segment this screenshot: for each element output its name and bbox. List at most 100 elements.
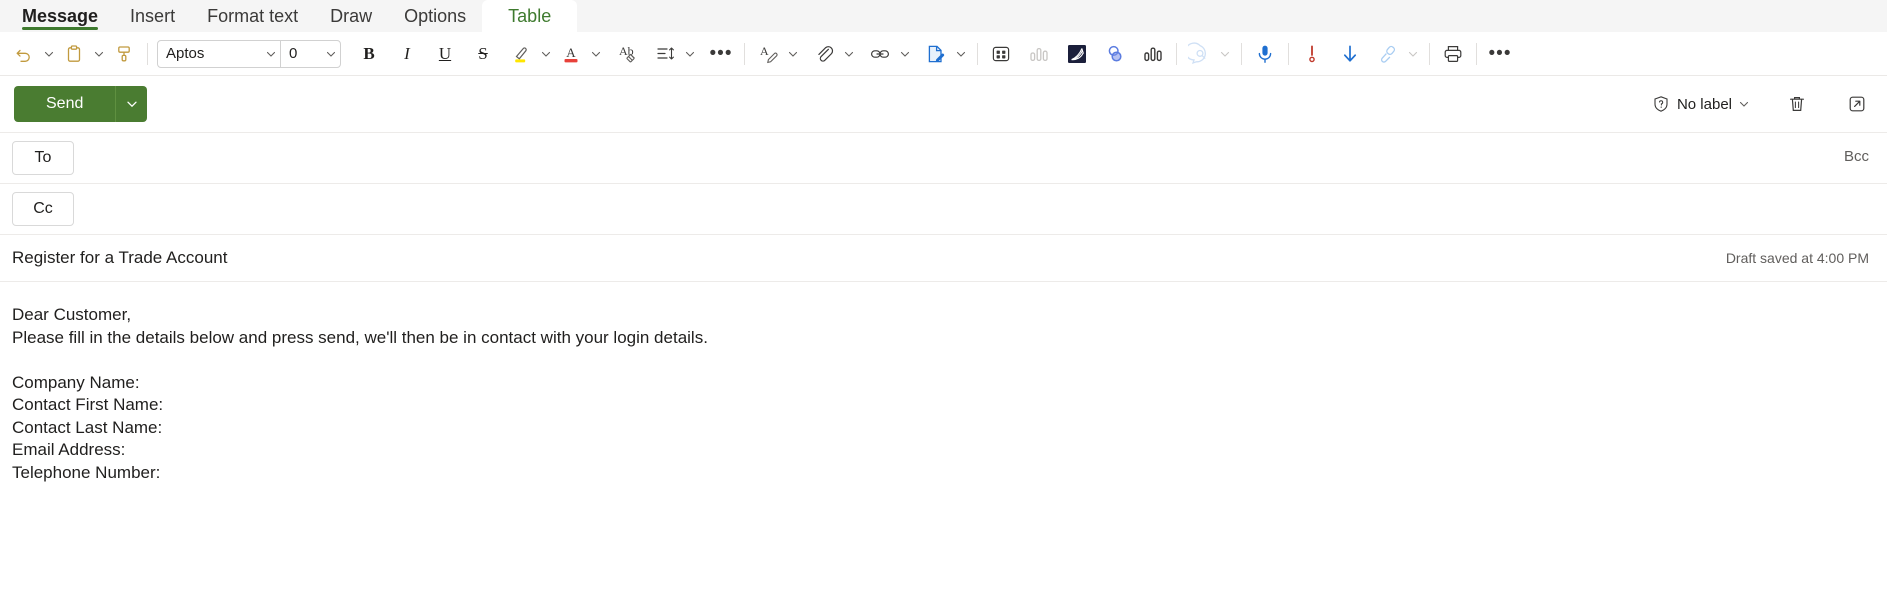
chevron-down-icon	[844, 51, 854, 57]
bcc-button[interactable]: Bcc	[1844, 148, 1869, 165]
undo-icon	[16, 49, 30, 62]
viva-insights-button[interactable]	[1184, 38, 1216, 70]
clear-formatting-icon: Ab	[619, 44, 635, 62]
low-importance-button[interactable]	[1334, 38, 1366, 70]
font-name-input[interactable]: Aptos	[158, 41, 262, 67]
more-formatting-button[interactable]: •••	[705, 38, 737, 70]
font-color-button[interactable]: A	[555, 38, 587, 70]
font-size-dropdown[interactable]	[322, 41, 340, 67]
tab-options-label: Options	[404, 5, 467, 26]
highlight-dropdown[interactable]	[537, 38, 555, 70]
immersive-reader-dropdown[interactable]	[1404, 38, 1422, 70]
tab-draw[interactable]: Draw	[314, 0, 388, 32]
apps-button[interactable]	[985, 38, 1017, 70]
format-painter-icon	[118, 45, 130, 61]
line-spacing-dropdown[interactable]	[681, 38, 699, 70]
signature-button[interactable]	[920, 38, 952, 70]
bar-chart-gray-icon	[1030, 47, 1048, 61]
discard-button[interactable]	[1781, 88, 1813, 120]
chevron-down-icon	[1739, 101, 1749, 107]
addin-loop-button[interactable]	[1099, 38, 1131, 70]
paste-dropdown[interactable]	[90, 38, 108, 70]
tab-format-text[interactable]: Format text	[191, 0, 314, 32]
chevron-down-icon	[591, 51, 601, 57]
shield-question-icon	[1654, 96, 1668, 112]
undo-button[interactable]	[8, 38, 40, 70]
line-spacing-button[interactable]	[649, 38, 681, 70]
chevron-down-icon	[44, 51, 54, 57]
bold-button[interactable]: B	[353, 38, 385, 70]
italic-button[interactable]: I	[391, 38, 423, 70]
ribbon-separator	[977, 42, 978, 65]
link-icon	[870, 49, 889, 58]
subject-input[interactable]: Register for a Trade Account	[12, 248, 227, 268]
cc-input[interactable]	[98, 184, 1887, 234]
command-bar-right: No label	[1644, 88, 1873, 120]
pop-out-button[interactable]	[1841, 88, 1873, 120]
format-painter-button[interactable]	[108, 38, 140, 70]
send-button[interactable]: Send	[14, 86, 116, 122]
tab-insert-label: Insert	[130, 5, 176, 26]
signature-dropdown[interactable]	[952, 38, 970, 70]
font-color-dropdown[interactable]	[587, 38, 605, 70]
tab-insert[interactable]: Insert	[114, 0, 191, 32]
sensitivity-label-button[interactable]: No label	[1644, 88, 1757, 120]
body-line: Email Address:	[12, 440, 126, 459]
tab-message[interactable]: Message	[6, 0, 114, 32]
highlighter-icon	[515, 46, 527, 62]
chevron-down-icon	[127, 101, 137, 108]
to-input[interactable]	[98, 133, 1887, 183]
message-body[interactable]: Dear Customer, Please fill in the detail…	[0, 282, 1887, 607]
attach-dropdown[interactable]	[840, 38, 858, 70]
high-importance-button[interactable]	[1296, 38, 1328, 70]
line-spacing-icon	[657, 46, 674, 60]
tab-message-label: Message	[22, 5, 99, 26]
tab-draw-label: Draw	[330, 5, 373, 26]
editor-dropdown[interactable]	[784, 38, 802, 70]
draft-saved-status: Draft saved at 4:00 PM	[1725, 250, 1869, 266]
tab-options[interactable]: Options	[388, 0, 482, 32]
font-controls: Aptos 0	[157, 39, 341, 68]
immersive-reader-button[interactable]	[1372, 38, 1404, 70]
editor-button[interactable]: A	[752, 38, 784, 70]
clear-formatting-button[interactable]: Ab	[611, 38, 643, 70]
dictate-button[interactable]	[1249, 38, 1281, 70]
addin-chart-dark-button[interactable]	[1137, 38, 1169, 70]
strikethrough-button[interactable]: S	[467, 38, 499, 70]
font-name-dropdown[interactable]	[262, 41, 280, 67]
attach-button[interactable]	[808, 38, 840, 70]
font-size-input[interactable]: 0	[280, 40, 322, 67]
cc-button[interactable]: Cc	[12, 192, 74, 226]
addin-dark-button[interactable]	[1061, 38, 1093, 70]
to-button[interactable]: To	[12, 141, 74, 175]
print-button[interactable]	[1437, 38, 1469, 70]
chevron-down-icon	[900, 51, 910, 57]
tab-table[interactable]: Table	[482, 0, 578, 32]
addin-chart-gray-button[interactable]	[1023, 38, 1055, 70]
highlight-button[interactable]	[505, 38, 537, 70]
send-split-button: Send	[14, 86, 148, 122]
link-button[interactable]	[864, 38, 896, 70]
chevron-down-icon	[788, 51, 798, 57]
cc-row: Cc	[0, 183, 1887, 234]
paste-button[interactable]	[58, 38, 90, 70]
underline-button[interactable]: U	[429, 38, 461, 70]
pop-out-icon	[1849, 96, 1865, 112]
ribbon-overflow-button[interactable]: •••	[1484, 38, 1516, 70]
compose-command-bar: Send No label	[0, 76, 1887, 132]
undo-dropdown[interactable]	[40, 38, 58, 70]
viva-insights-dropdown[interactable]	[1216, 38, 1234, 70]
to-row: To	[0, 132, 1887, 183]
body-line: Contact First Name:	[12, 395, 164, 414]
chevron-down-icon	[685, 51, 695, 57]
ribbon-tab-strip: Message Insert Format text Draw Options …	[0, 0, 1887, 32]
ribbon-separator	[1288, 42, 1289, 65]
link-dropdown[interactable]	[896, 38, 914, 70]
send-options-button[interactable]	[115, 86, 148, 122]
low-importance-icon	[1343, 45, 1357, 62]
ribbon-toolbar: Aptos 0 B I U S A Ab ••• A •••	[0, 32, 1887, 76]
ribbon-separator	[147, 42, 148, 65]
chevron-down-icon	[541, 51, 551, 57]
subject-row: Register for a Trade Account Draft saved…	[0, 234, 1887, 282]
ribbon-separator	[1476, 42, 1477, 65]
